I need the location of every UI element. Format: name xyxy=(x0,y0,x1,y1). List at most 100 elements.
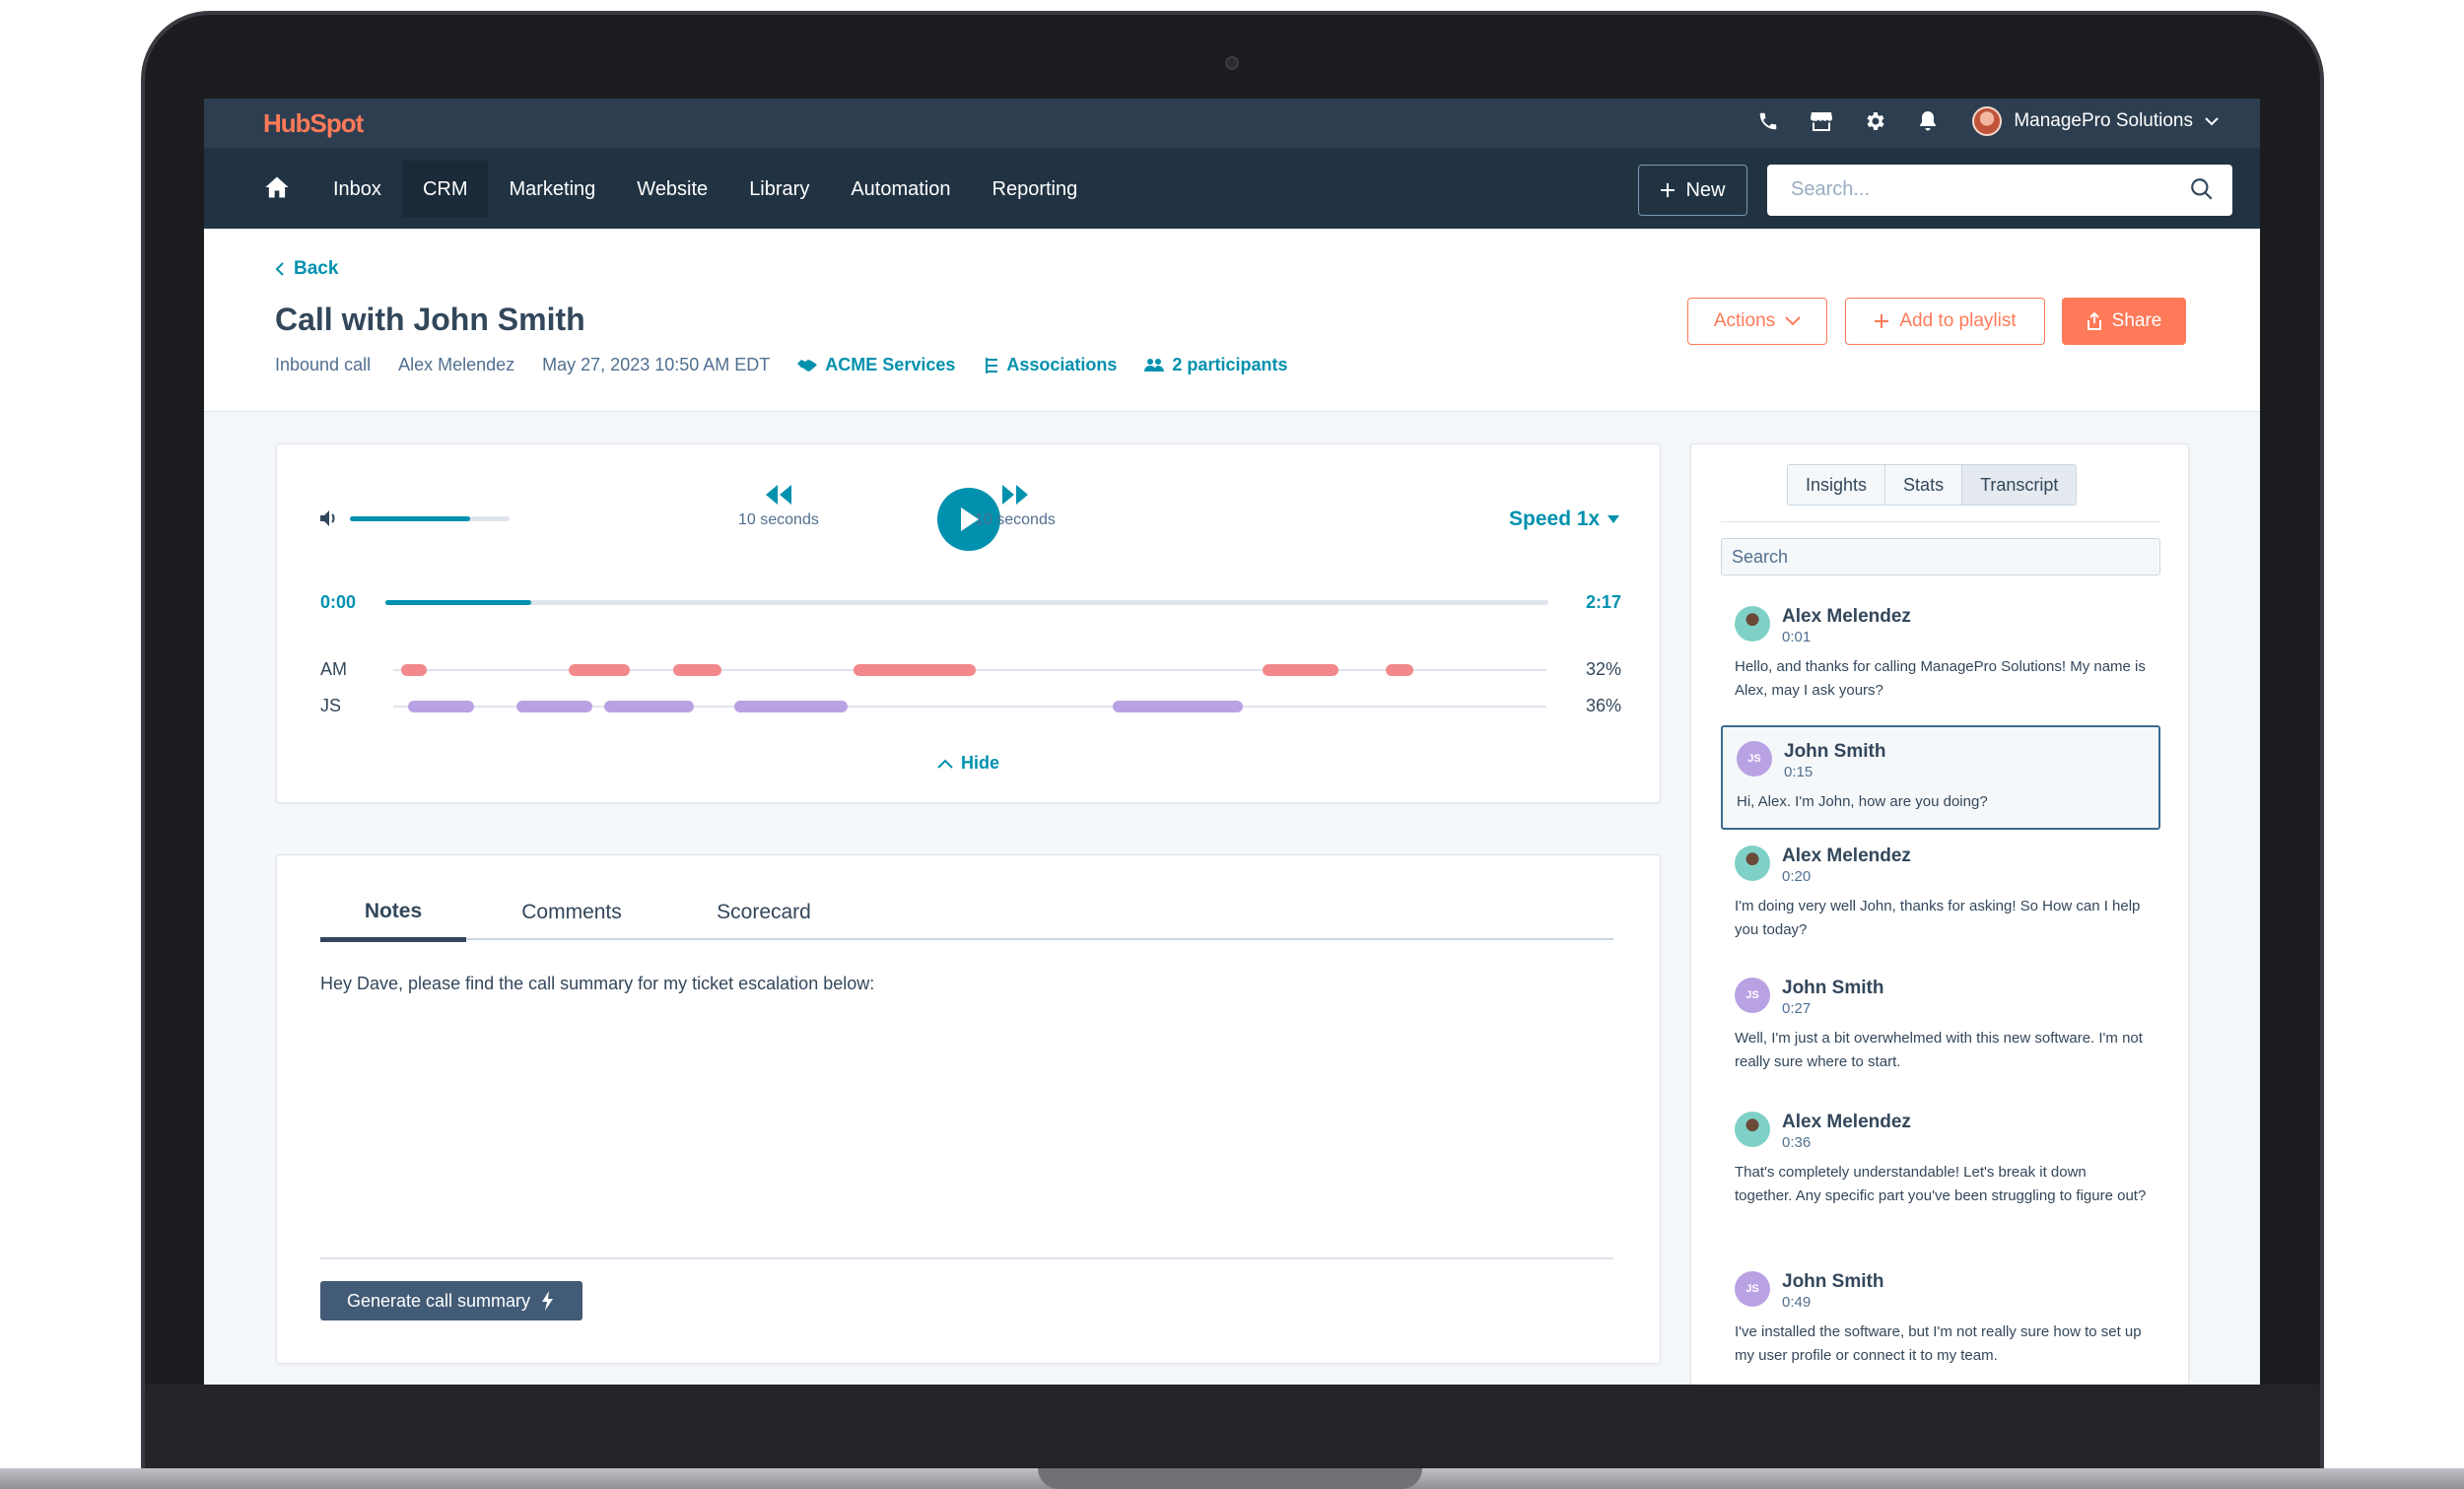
talk-segment[interactable] xyxy=(734,701,848,712)
entry-text: Well, I'm just a bit overwhelmed with th… xyxy=(1735,1030,2143,1070)
tab-insights[interactable]: Insights xyxy=(1788,465,1886,505)
progress-track[interactable] xyxy=(385,600,1548,605)
transcript-entry[interactable]: JS John Smith 0:49 I've installed the so… xyxy=(1721,1257,2160,1382)
generate-summary-button[interactable]: Generate call summary xyxy=(320,1281,582,1320)
share-label: Share xyxy=(2111,310,2162,331)
talk-segment[interactable] xyxy=(516,701,593,712)
transcript-entry[interactable]: JS John Smith 0:27 Well, I'm just a bit … xyxy=(1721,964,2160,1088)
phone-icon[interactable] xyxy=(1753,106,1783,136)
lightning-icon xyxy=(542,1291,554,1311)
nav-items: Inbox CRM Marketing Website Library Auto… xyxy=(312,161,1098,218)
company-link[interactable]: ACME Services xyxy=(797,355,955,375)
speaker-name: Alex Melendez xyxy=(1782,606,1911,627)
talk-segment[interactable] xyxy=(1263,664,1339,676)
fast-forward-icon xyxy=(1001,485,1028,505)
tab-transcript[interactable]: Transcript xyxy=(1962,465,2077,505)
avatar: JS xyxy=(1735,978,1770,1013)
marketplace-icon[interactable] xyxy=(1807,106,1836,136)
tab-stats[interactable]: Stats xyxy=(1885,465,1963,505)
global-search-input[interactable] xyxy=(1767,165,2161,214)
actions-label: Actions xyxy=(1713,310,1776,331)
call-owner: Alex Melendez xyxy=(398,355,515,374)
nav-item-library[interactable]: Library xyxy=(728,161,830,218)
search-icon[interactable] xyxy=(2189,176,2215,202)
rewind-button[interactable]: 10 seconds xyxy=(738,484,819,529)
add-to-playlist-button[interactable]: Add to playlist xyxy=(1845,298,2045,345)
speaker-percent: 32% xyxy=(1585,659,1621,679)
note-divider xyxy=(320,1257,1613,1259)
participants-label: 2 participants xyxy=(1172,355,1288,374)
associations-icon xyxy=(986,357,998,373)
notes-card: Notes Comments Scorecard Hey Dave, pleas… xyxy=(276,854,1661,1364)
share-button[interactable]: Share xyxy=(2062,298,2186,345)
gear-icon[interactable] xyxy=(1860,106,1889,136)
call-datetime: May 27, 2023 10:50 AM EDT xyxy=(542,355,771,374)
transcript-entry[interactable]: JS John Smith 0:15 Hi, Alex. I'm John, h… xyxy=(1721,725,2160,830)
speaker-track[interactable] xyxy=(393,701,1546,712)
talk-segment[interactable] xyxy=(568,664,630,676)
rewind-label: 10 seconds xyxy=(738,511,819,528)
avatar xyxy=(1735,606,1770,642)
volume-icon xyxy=(320,510,335,526)
note-editor[interactable]: Hey Dave, please find the call summary f… xyxy=(320,974,874,994)
speaker-label: AM xyxy=(320,659,347,679)
page-title: Call with John Smith xyxy=(275,302,585,337)
app-screen: HubSpot ManagePro Solutions Inbox CRM Ma… xyxy=(204,99,2260,1385)
playback-timeline: 0:00 2:17 xyxy=(320,592,1621,616)
back-link[interactable]: Back xyxy=(275,258,338,280)
volume-slider[interactable] xyxy=(350,515,510,521)
associations-link[interactable]: Associations xyxy=(983,355,1117,375)
tab-comments[interactable]: Comments xyxy=(488,885,655,940)
notes-tabs: Notes Comments Scorecard xyxy=(320,885,1613,942)
account-menu[interactable]: ManagePro Solutions xyxy=(1972,106,2219,136)
speaker-name: John Smith xyxy=(1784,741,1886,762)
talk-segment[interactable] xyxy=(604,701,695,712)
caret-down-icon xyxy=(1608,515,1620,523)
speaker-name: John Smith xyxy=(1782,1271,1884,1292)
back-label: Back xyxy=(294,258,339,279)
talk-segment[interactable] xyxy=(1386,664,1414,676)
chevron-up-icon xyxy=(937,759,953,769)
entry-text: I'm doing very well John, thanks for ask… xyxy=(1735,898,2141,938)
transcript-entry[interactable]: Alex Melendez 0:36 That's completely und… xyxy=(1721,1098,2160,1222)
talk-segment[interactable] xyxy=(673,664,722,676)
hubspot-logo[interactable]: HubSpot xyxy=(263,108,364,139)
hide-toggle[interactable]: Hide xyxy=(937,753,999,774)
account-name: ManagePro Solutions xyxy=(2014,110,2193,131)
top-bar: HubSpot ManagePro Solutions xyxy=(204,99,2260,148)
nav-item-reporting[interactable]: Reporting xyxy=(972,161,1099,218)
entry-text: I've installed the software, but I'm not… xyxy=(1735,1323,2142,1364)
transcript-entry[interactable]: Alex Melendez 0:01 Hello, and thanks for… xyxy=(1721,592,2160,716)
tab-scorecard[interactable]: Scorecard xyxy=(680,885,848,940)
talk-segment[interactable] xyxy=(408,701,474,712)
volume-control[interactable] xyxy=(320,509,510,527)
home-icon[interactable] xyxy=(263,173,293,203)
panel-divider xyxy=(1721,521,2160,522)
transcript-panel: Insights Stats Transcript Alex Melendez … xyxy=(1690,443,2189,1385)
forward-button[interactable]: 10 seconds xyxy=(975,484,1056,529)
speed-dropdown[interactable]: Speed 1x xyxy=(1509,508,1620,531)
talk-segment[interactable] xyxy=(401,664,427,676)
entry-time: 0:49 xyxy=(1782,1294,1812,1311)
participants-link[interactable]: 2 participants xyxy=(1144,355,1287,375)
chevron-left-icon xyxy=(275,262,284,276)
talk-segment[interactable] xyxy=(1113,701,1244,712)
tab-notes[interactable]: Notes xyxy=(320,885,466,942)
current-time: 0:00 xyxy=(320,592,357,612)
speaker-track[interactable] xyxy=(393,664,1546,676)
nav-item-inbox[interactable]: Inbox xyxy=(312,161,402,218)
transcript-search-input[interactable] xyxy=(1722,539,2159,575)
people-icon xyxy=(1144,358,1165,372)
new-button[interactable]: New xyxy=(1638,165,1747,216)
nav-item-website[interactable]: Website xyxy=(616,161,728,218)
nav-item-marketing[interactable]: Marketing xyxy=(488,161,616,218)
entry-time: 0:15 xyxy=(1784,764,1814,780)
bell-icon[interactable] xyxy=(1913,106,1943,136)
talk-segment[interactable] xyxy=(853,664,976,676)
nav-item-crm[interactable]: CRM xyxy=(401,161,489,218)
account-avatar xyxy=(1972,106,2003,136)
transcript-entry[interactable]: Alex Melendez 0:20 I'm doing very well J… xyxy=(1721,832,2160,956)
actions-button[interactable]: Actions xyxy=(1687,298,1827,345)
entry-time: 0:01 xyxy=(1782,629,1812,645)
nav-item-automation[interactable]: Automation xyxy=(830,161,971,218)
